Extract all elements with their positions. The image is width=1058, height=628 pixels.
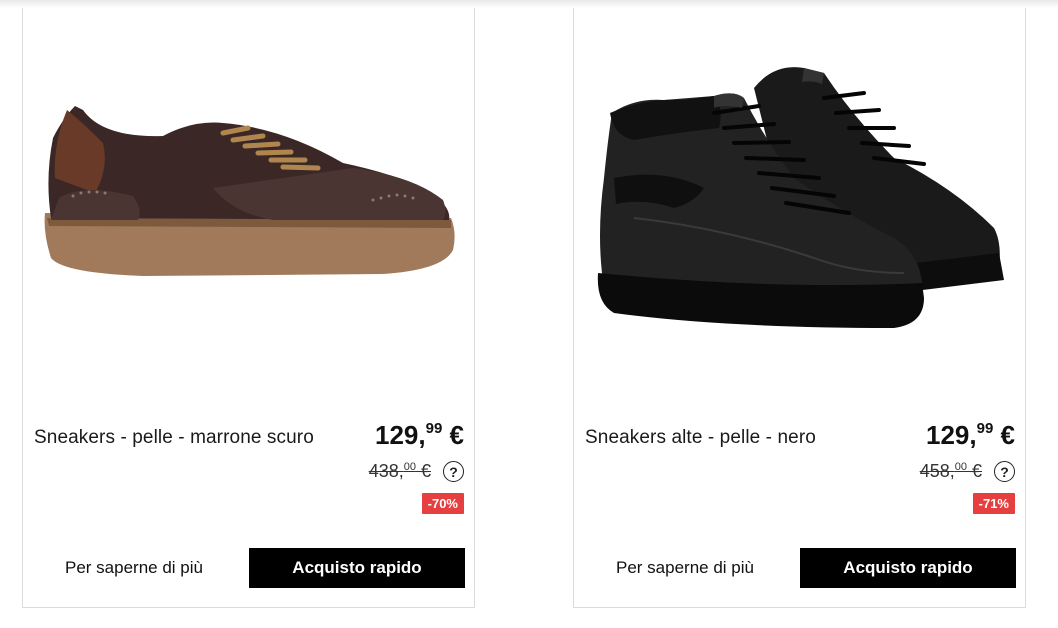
discount-badge: -71% xyxy=(972,493,1015,514)
old-price-currency: € xyxy=(415,461,431,481)
old-price-decimal: 00 xyxy=(954,461,967,473)
current-price: 129,99 € xyxy=(926,420,1015,451)
price-integer: 129, xyxy=(375,420,426,450)
header-shadow xyxy=(0,0,1058,8)
price-currency: € xyxy=(993,420,1015,450)
price-currency: € xyxy=(442,420,464,450)
old-price-decimal: 00 xyxy=(403,461,416,473)
old-price-integer: 438, xyxy=(368,461,404,481)
price-decimal: 99 xyxy=(425,420,443,437)
learn-more-link[interactable]: Per saperne di più xyxy=(616,558,754,578)
question-mark-icon[interactable]: ? xyxy=(994,461,1015,482)
product-name[interactable]: Sneakers alte - pelle - nero xyxy=(585,427,816,449)
quick-buy-button[interactable]: Acquisto rapido xyxy=(800,548,1016,588)
discount-badge: -70% xyxy=(421,493,464,514)
current-price: 129,99 € xyxy=(375,420,464,451)
question-mark-icon[interactable]: ? xyxy=(443,461,464,482)
old-price-integer: 458, xyxy=(919,461,955,481)
old-price: 438,00 € xyxy=(369,461,431,482)
old-price-row: 458,00 € ? xyxy=(920,461,1015,482)
learn-more-link[interactable]: Per saperne di più xyxy=(65,558,203,578)
black-high-top-sneakers-image[interactable] xyxy=(574,28,1025,358)
brown-sneaker-image[interactable] xyxy=(23,28,474,358)
product-card[interactable]: Sneakers alte - pelle - nero 129,99 € 45… xyxy=(573,8,1026,608)
product-name[interactable]: Sneakers - pelle - marrone scuro xyxy=(34,427,314,449)
old-price-currency: € xyxy=(966,461,982,481)
price-integer: 129, xyxy=(926,420,977,450)
old-price: 458,00 € xyxy=(920,461,982,482)
price-decimal: 99 xyxy=(976,420,994,437)
quick-buy-button[interactable]: Acquisto rapido xyxy=(249,548,465,588)
product-card[interactable]: Sneakers - pelle - marrone scuro 129,99 … xyxy=(22,8,475,608)
old-price-row: 438,00 € ? xyxy=(369,461,464,482)
